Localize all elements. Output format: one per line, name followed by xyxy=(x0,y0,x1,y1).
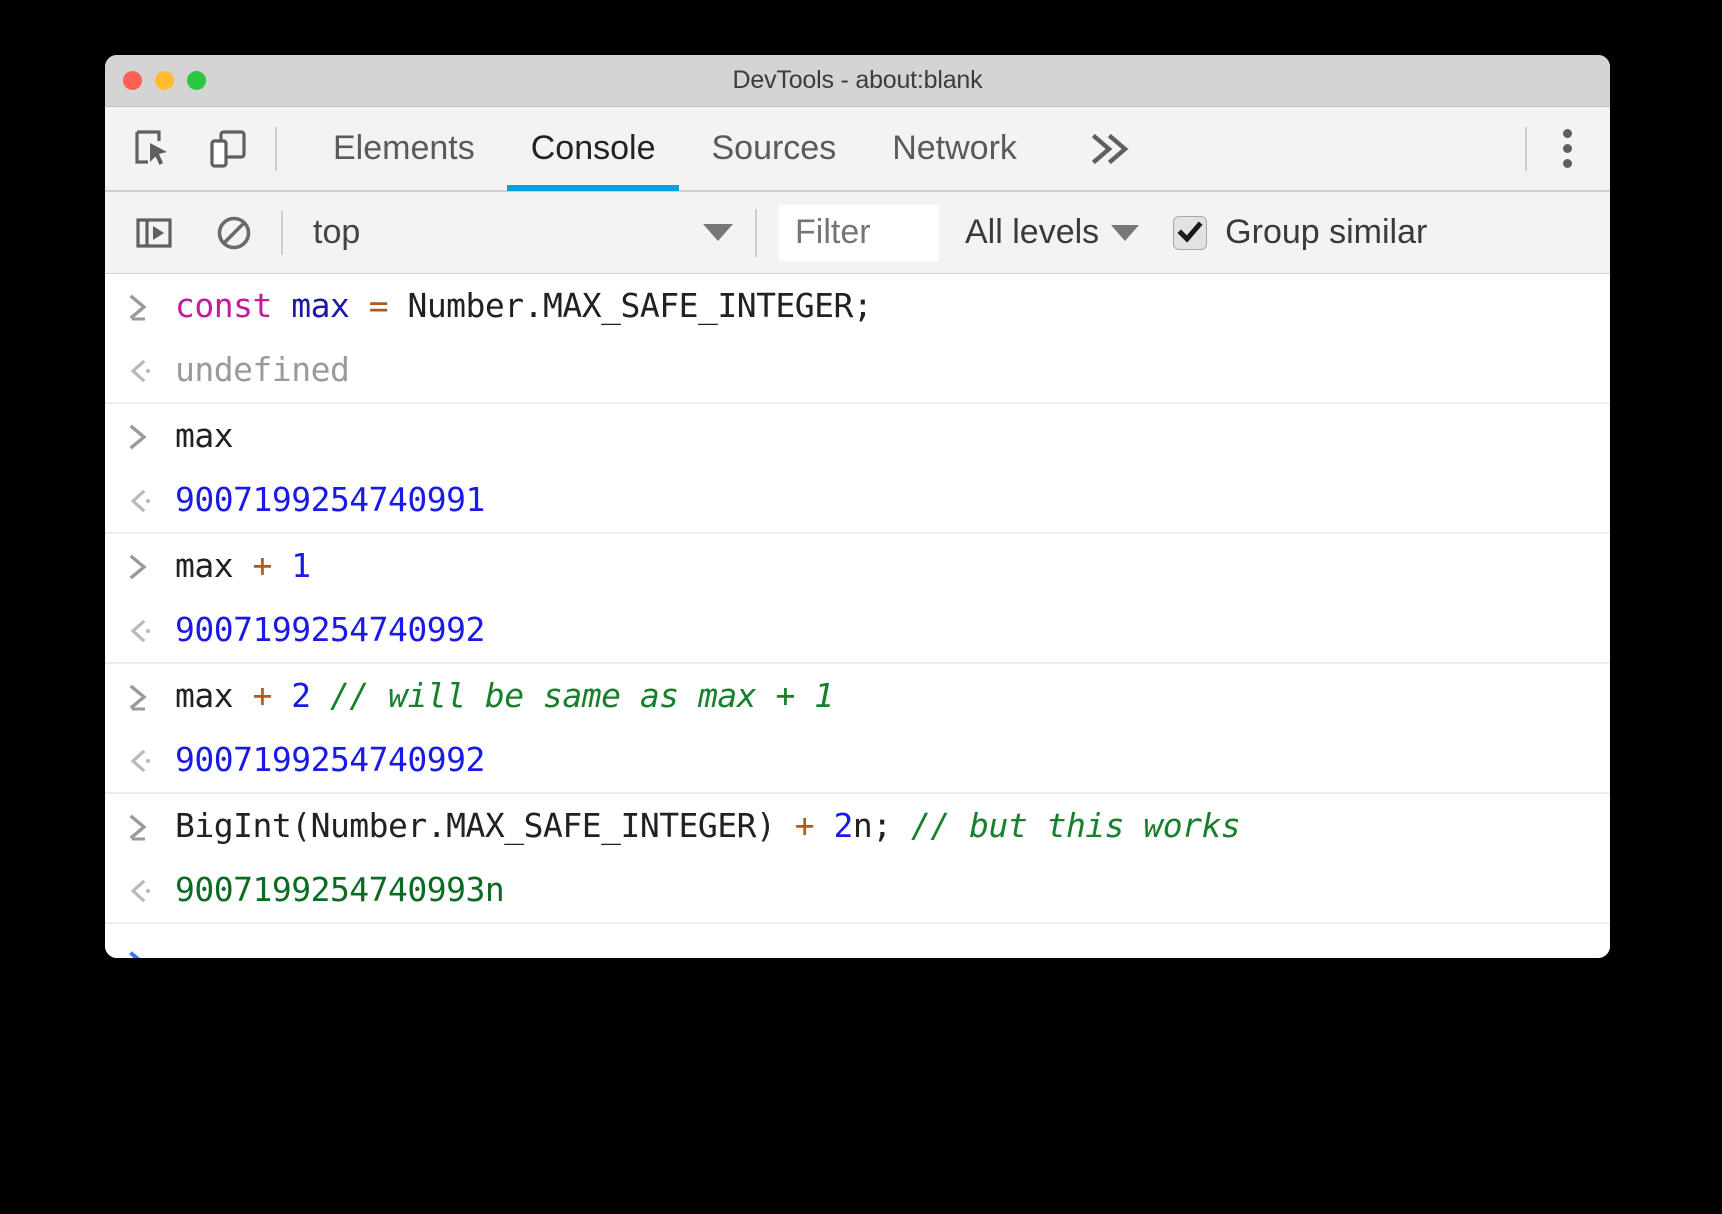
kebab-menu-icon[interactable] xyxy=(1555,121,1580,176)
token-space xyxy=(272,286,291,325)
console-log-area[interactable]: const max = Number.MAX_SAFE_INTEGER; und… xyxy=(105,274,1610,958)
close-window-button[interactable] xyxy=(123,71,142,90)
tabbar-divider xyxy=(275,127,277,171)
inspect-element-icon[interactable] xyxy=(131,126,177,172)
console-input-line[interactable]: max + 1 xyxy=(105,534,1610,598)
filterbar-icons xyxy=(131,210,281,256)
console-output-line: 9007199254740992 xyxy=(105,728,1610,792)
console-output-line: 9007199254740993n xyxy=(105,858,1610,922)
token-space xyxy=(349,286,368,325)
token-identifier: max xyxy=(291,286,349,325)
console-input-line[interactable]: BigInt(Number.MAX_SAFE_INTEGER) + 2n; //… xyxy=(105,794,1610,858)
console-output-line: undefined xyxy=(105,338,1610,402)
filterbar-divider-1 xyxy=(281,211,283,255)
input-chevron-icon xyxy=(105,421,175,451)
console-group: BigInt(Number.MAX_SAFE_INTEGER) + 2n; //… xyxy=(105,794,1610,924)
console-output-value: undefined xyxy=(175,349,349,390)
devtools-tabbar: Elements Console Sources Network xyxy=(105,107,1610,192)
console-group: max + 2 // will be same as max + 1 90071… xyxy=(105,664,1610,794)
window-titlebar: DevTools - about:blank xyxy=(105,55,1610,107)
console-input-text: max + 1 xyxy=(175,545,311,586)
console-input-line[interactable]: const max = Number.MAX_SAFE_INTEGER; xyxy=(105,274,1610,338)
tab-sources[interactable]: Sources xyxy=(683,106,864,191)
window-title: DevTools - about:blank xyxy=(733,66,983,95)
token-plain: max xyxy=(175,546,252,585)
token-comment: // but this works xyxy=(911,806,1240,845)
token-number: 2 xyxy=(291,676,310,715)
output-chevron-icon xyxy=(105,615,175,645)
tabbar-right-divider xyxy=(1525,127,1527,171)
active-prompt-chevron-icon xyxy=(105,948,175,958)
output-chevron-icon xyxy=(105,875,175,905)
token-comment: // will be same as max + 1 xyxy=(330,676,834,715)
tabbar-tool-icons xyxy=(131,126,275,172)
console-input-text: const max = Number.MAX_SAFE_INTEGER; xyxy=(175,285,872,326)
window-controls xyxy=(123,55,206,106)
maximize-window-button[interactable] xyxy=(187,71,206,90)
token-number: 2 xyxy=(834,806,853,845)
console-group: max + 1 9007199254740992 xyxy=(105,534,1610,664)
device-toolbar-icon[interactable] xyxy=(205,126,251,172)
devtools-window: DevTools - about:blank xyxy=(105,55,1610,958)
execution-context-value: top xyxy=(313,213,360,252)
token-space xyxy=(311,676,330,715)
group-similar-label: Group similar xyxy=(1225,213,1427,252)
screen-root: DevTools - about:blank xyxy=(0,0,1722,1214)
filter-input[interactable] xyxy=(779,205,939,261)
console-input-text: max xyxy=(175,415,233,456)
console-output-line: 9007199254740991 xyxy=(105,468,1610,532)
tabbar-right-group xyxy=(1525,121,1610,176)
log-level-value: All levels xyxy=(965,213,1099,252)
console-output-value: 9007199254740993n xyxy=(175,869,504,910)
group-similar-toggle[interactable]: Group similar xyxy=(1173,213,1427,252)
input-chevron-icon xyxy=(105,551,175,581)
tab-console[interactable]: Console xyxy=(503,106,684,191)
group-similar-checkbox[interactable] xyxy=(1173,216,1207,250)
output-chevron-icon xyxy=(105,355,175,385)
chevron-down-icon xyxy=(1111,225,1139,241)
token-operator: = xyxy=(369,286,388,325)
console-prompt-row[interactable] xyxy=(105,924,1610,958)
output-chevron-icon xyxy=(105,485,175,515)
execution-context-selector[interactable]: top xyxy=(313,213,733,252)
console-sidebar-icon[interactable] xyxy=(131,210,177,256)
console-filter-toolbar: top All levels Group similar xyxy=(105,192,1610,274)
token-operator: + xyxy=(252,676,271,715)
tab-network[interactable]: Network xyxy=(864,106,1045,191)
console-output-value: 9007199254740992 xyxy=(175,609,485,650)
clear-console-icon[interactable] xyxy=(211,210,257,256)
token-number: 1 xyxy=(291,546,310,585)
token-operator: + xyxy=(795,806,814,845)
token-space xyxy=(272,546,291,585)
console-input-text: BigInt(Number.MAX_SAFE_INTEGER) + 2n; //… xyxy=(175,805,1240,846)
panel-tabs: Elements Console Sources Network xyxy=(305,106,1045,191)
log-level-selector[interactable]: All levels xyxy=(965,213,1139,252)
console-output-value: 9007199254740991 xyxy=(175,479,485,520)
token-plain: max xyxy=(175,676,252,715)
token-plain: Number.MAX_SAFE_INTEGER; xyxy=(388,286,872,325)
token-space xyxy=(814,806,833,845)
check-icon xyxy=(1177,220,1203,246)
console-input-line[interactable]: max xyxy=(105,404,1610,468)
console-output-value: 9007199254740992 xyxy=(175,739,485,780)
chevron-down-icon xyxy=(703,224,733,241)
console-input-line[interactable]: max + 2 // will be same as max + 1 xyxy=(105,664,1610,728)
console-output-line: 9007199254740992 xyxy=(105,598,1610,662)
input-chevron-icon xyxy=(105,811,175,841)
console-input-text: max + 2 // will be same as max + 1 xyxy=(175,675,834,716)
chevron-double-right-icon[interactable] xyxy=(1071,132,1151,166)
input-chevron-icon xyxy=(105,681,175,711)
minimize-window-button[interactable] xyxy=(155,71,174,90)
tab-elements[interactable]: Elements xyxy=(305,106,503,191)
console-group: max 9007199254740991 xyxy=(105,404,1610,534)
console-group: const max = Number.MAX_SAFE_INTEGER; und… xyxy=(105,274,1610,404)
input-chevron-icon xyxy=(105,291,175,321)
output-chevron-icon xyxy=(105,745,175,775)
token-operator: + xyxy=(252,546,271,585)
token-keyword: const xyxy=(175,286,272,325)
token-space xyxy=(272,676,291,715)
token-plain: BigInt(Number.MAX_SAFE_INTEGER) xyxy=(175,806,795,845)
token-plain: n; xyxy=(853,806,911,845)
filterbar-divider-2 xyxy=(755,209,757,257)
